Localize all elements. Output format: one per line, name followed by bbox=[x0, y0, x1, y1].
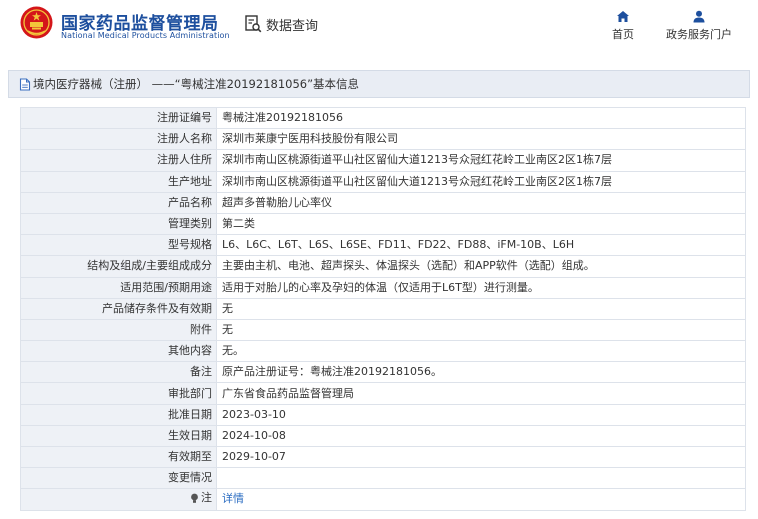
field-label: 注册人名称 bbox=[20, 128, 217, 151]
note-label-cell: 注 bbox=[20, 488, 217, 511]
detail-row: 附件无 bbox=[20, 318, 746, 342]
field-label: 有效期至 bbox=[20, 445, 217, 469]
field-value: L6、L6C、L6T、L6S、L6SE、FD11、FD22、FD88、iFM-1… bbox=[216, 234, 746, 257]
field-label: 型号规格 bbox=[20, 234, 217, 257]
site-header: 国家药品监督管理局 National Medical Products Admi… bbox=[0, 0, 758, 56]
nav-service-portal[interactable]: 政务服务门户 bbox=[660, 10, 738, 42]
field-value: 适用于对胎儿的心率及孕妇的体温（仅适用于L6T型）进行测量。 bbox=[216, 276, 746, 299]
nav-home[interactable]: 首页 bbox=[608, 10, 638, 42]
field-value: 主要由主机、电池、超声探头、体温探头（选配）和APP软件（选配）组成。 bbox=[216, 255, 746, 278]
detail-row: 有效期至 2029-10-07 bbox=[20, 445, 746, 469]
field-label: 生效日期 bbox=[20, 424, 217, 448]
field-label: 结构及组成/主要组成成分 bbox=[20, 255, 217, 278]
detail-row: 生效日期 2024-10-08 bbox=[20, 424, 746, 448]
field-label: 管理类别 bbox=[20, 212, 217, 236]
field-label: 变更情况 bbox=[20, 467, 217, 490]
field-value: 无。 bbox=[216, 340, 746, 363]
field-value: 2024-10-08 bbox=[216, 424, 746, 448]
field-label: 适用范围/预期用途 bbox=[20, 276, 217, 299]
national-emblem-icon bbox=[20, 6, 53, 39]
field-value: 深圳市南山区桃源街道平山社区留仙大道1213号众冠红花岭工业南区2区1栋7层 bbox=[216, 149, 746, 172]
field-value: 粤械注准20192181056 bbox=[216, 106, 746, 130]
home-icon bbox=[617, 11, 629, 22]
site-subtitle: National Medical Products Administration bbox=[61, 31, 230, 40]
nav-service-portal-label: 政务服务门户 bbox=[666, 28, 732, 41]
detail-row: 变更情况 bbox=[20, 467, 746, 490]
field-value: 原产品注册证号：粤械注准20192181056。 bbox=[216, 361, 746, 384]
field-label: 注册证编号 bbox=[20, 106, 217, 130]
field-value bbox=[216, 467, 746, 490]
detail-row: 备注 原产品注册证号：粤械注准20192181056。 bbox=[20, 361, 746, 384]
field-label: 其他内容 bbox=[20, 340, 217, 363]
note-key: 注 bbox=[190, 492, 212, 504]
field-label: 审批部门 bbox=[20, 382, 217, 405]
detail-row: 批准日期 2023-03-10 bbox=[20, 403, 746, 426]
lightbulb-icon bbox=[191, 493, 198, 503]
detail-row: 生产地址 深圳市南山区桃源街道平山社区留仙大道1213号众冠红花岭工业南区2区1栋… bbox=[20, 170, 746, 193]
field-label: 附件 bbox=[20, 318, 217, 342]
field-value: 深圳市莱康宁医用科技股份有限公司 bbox=[216, 128, 746, 151]
field-value: 2029-10-07 bbox=[216, 445, 746, 469]
note-row: 注 详情 bbox=[20, 488, 746, 511]
breadcrumb-text: 境内医疗器械（注册） ——“粤械注准20192181056”基本信息 bbox=[33, 77, 360, 91]
data-query-label: 数据查询 bbox=[266, 18, 319, 34]
detail-row: 结构及组成/主要组成成分 主要由主机、电池、超声探头、体温探头（选配）和APP软件… bbox=[20, 255, 746, 278]
detail-row: 注册人住所 深圳市南山区桃源街道平山社区留仙大道1213号众冠红花岭工业南区2区1… bbox=[20, 149, 746, 172]
detail-row: 产品名称 超声多普勒胎儿心率仪 bbox=[20, 191, 746, 214]
detail-row: 注册人名称 深圳市莱康宁医用科技股份有限公司 bbox=[20, 128, 746, 151]
field-label: 产品储存条件及有效期 bbox=[20, 297, 217, 320]
field-value: 无 bbox=[216, 318, 746, 342]
document-icon bbox=[19, 77, 31, 91]
detail-row: 适用范围/预期用途 适用于对胎儿的心率及孕妇的体温（仅适用于L6T型）进行测量。 bbox=[20, 276, 746, 299]
field-label: 注册人住所 bbox=[20, 149, 217, 172]
field-label: 备注 bbox=[20, 361, 217, 384]
detail-row: 管理类别 第二类 bbox=[20, 212, 746, 236]
nav-home-label: 首页 bbox=[612, 28, 634, 41]
field-value: 广东省食品药品监督管理局 bbox=[216, 382, 746, 405]
field-label: 批准日期 bbox=[20, 403, 217, 426]
field-value: 超声多普勒胎儿心率仪 bbox=[216, 191, 746, 214]
note-label: 注 bbox=[201, 491, 212, 505]
device-detail-table: 注册证编号 粤械注准20192181056 注册人名称 深圳市莱康宁医用科技股份有限… bbox=[20, 106, 746, 511]
detail-row: 其他内容 无。 bbox=[20, 340, 746, 363]
search-document-icon bbox=[245, 15, 262, 33]
field-label: 生产地址 bbox=[20, 170, 217, 193]
breadcrumb: 境内医疗器械（注册） ——“粤械注准20192181056”基本信息 bbox=[8, 70, 750, 98]
field-value: 无 bbox=[216, 297, 746, 320]
field-label: 产品名称 bbox=[20, 191, 217, 214]
detail-row: 型号规格 L6、L6C、L6T、L6S、L6SE、FD11、FD22、FD88、i… bbox=[20, 234, 746, 257]
data-query-link[interactable]: 数据查询 bbox=[245, 14, 318, 34]
detail-row: 注册证编号 粤械注准20192181056 bbox=[20, 106, 746, 130]
details-link[interactable]: 详情 bbox=[216, 488, 746, 511]
user-icon bbox=[693, 10, 705, 23]
detail-row: 产品储存条件及有效期无 bbox=[20, 297, 746, 320]
field-value: 第二类 bbox=[216, 212, 746, 236]
field-value: 深圳市南山区桃源街道平山社区留仙大道1213号众冠红花岭工业南区2区1栋7层 bbox=[216, 170, 746, 193]
detail-row: 审批部门 广东省食品药品监督管理局 bbox=[20, 382, 746, 405]
field-value: 2023-03-10 bbox=[216, 403, 746, 426]
